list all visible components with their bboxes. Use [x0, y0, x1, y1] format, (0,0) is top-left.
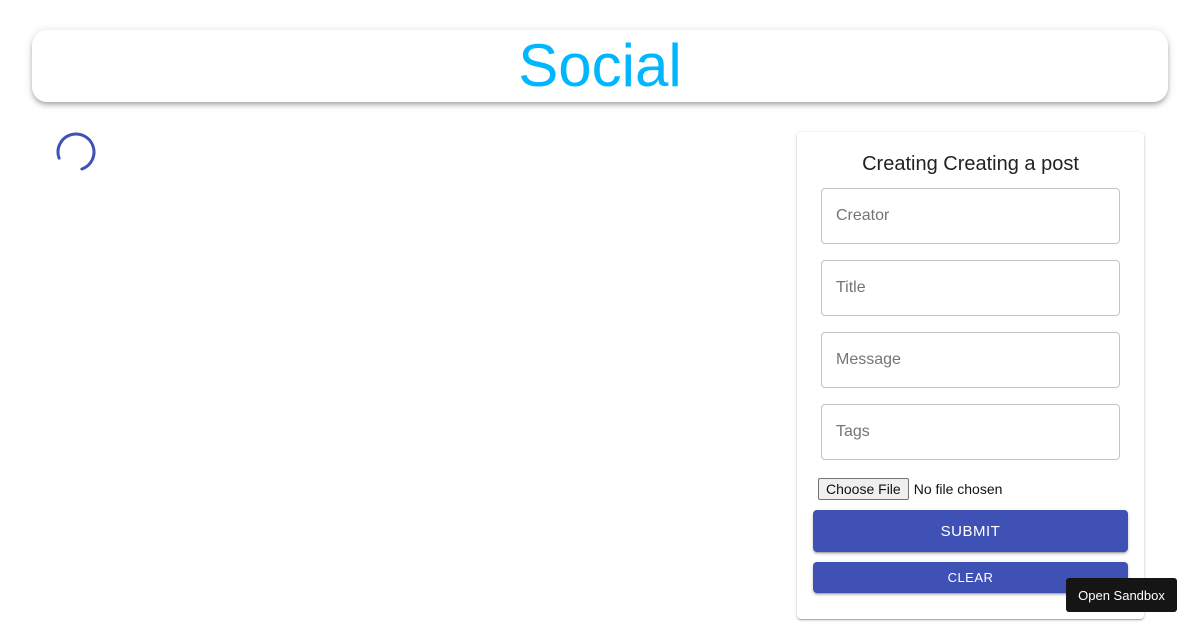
creator-field	[821, 188, 1120, 244]
message-field	[821, 332, 1120, 388]
tags-input[interactable]	[822, 405, 1119, 459]
creator-input[interactable]	[822, 189, 1119, 243]
title-input[interactable]	[822, 261, 1119, 315]
message-input[interactable]	[822, 333, 1119, 387]
app-title: Social	[518, 32, 682, 99]
submit-button[interactable]: SUBMIT	[813, 510, 1128, 552]
create-post-form: Creating Creating a post Choose File No …	[797, 132, 1144, 619]
title-field	[821, 260, 1120, 316]
file-input: Choose File No file chosen	[818, 478, 1002, 500]
app-bar: Social	[32, 30, 1168, 102]
choose-file-button[interactable]: Choose File	[818, 478, 909, 500]
file-status: No file chosen	[913, 481, 1003, 497]
open-sandbox-button[interactable]: Open Sandbox	[1066, 578, 1177, 612]
loading-spinner-icon	[56, 132, 96, 172]
form-title: Creating Creating a post	[862, 153, 1079, 175]
tags-field	[821, 404, 1120, 460]
